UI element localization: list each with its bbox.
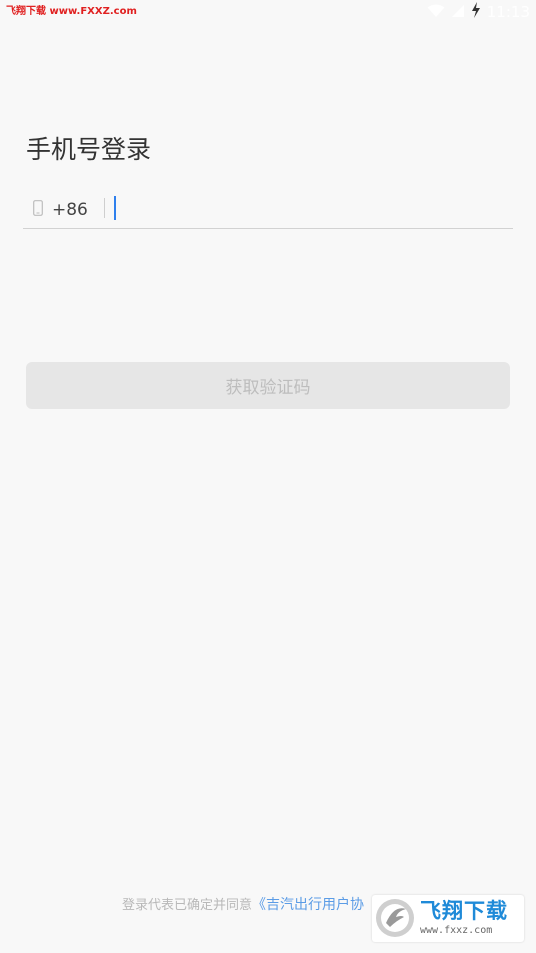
wifi-icon bbox=[427, 3, 445, 22]
country-code[interactable]: +86 bbox=[52, 199, 88, 221]
divider bbox=[104, 198, 105, 218]
status-icons: 11:13 bbox=[427, 2, 530, 22]
status-time: 11:13 bbox=[486, 3, 530, 21]
charging-icon bbox=[471, 2, 481, 22]
agreement-prefix: 登录代表已确定并同意 bbox=[122, 898, 253, 913]
get-verification-code-button[interactable]: 获取验证码 bbox=[26, 362, 510, 409]
watermark-name: 飞翔下载 bbox=[420, 899, 508, 923]
status-bar: 飞翔下载 www.FXXZ.com 11:13 bbox=[0, 0, 536, 24]
fxxz-logo-icon bbox=[374, 897, 416, 939]
text-caret bbox=[114, 196, 116, 220]
user-agreement-link[interactable]: 《吉汽出行用户协 bbox=[252, 897, 364, 913]
watermark-badge: 飞翔下载 www.fxxz.com bbox=[372, 895, 524, 942]
phone-number-input[interactable] bbox=[111, 193, 491, 225]
watermark-text: 飞翔下载 www.FXXZ.com bbox=[6, 6, 137, 17]
page-title: 手机号登录 bbox=[26, 135, 152, 164]
watermark-url: www.fxxz.com bbox=[420, 925, 493, 936]
signal-icon bbox=[451, 3, 465, 22]
phone-input-row: +86 bbox=[23, 190, 513, 229]
agreement-text: 登录代表已确定并同意《吉汽出行用户协 bbox=[122, 896, 364, 915]
phone-icon bbox=[33, 200, 43, 216]
